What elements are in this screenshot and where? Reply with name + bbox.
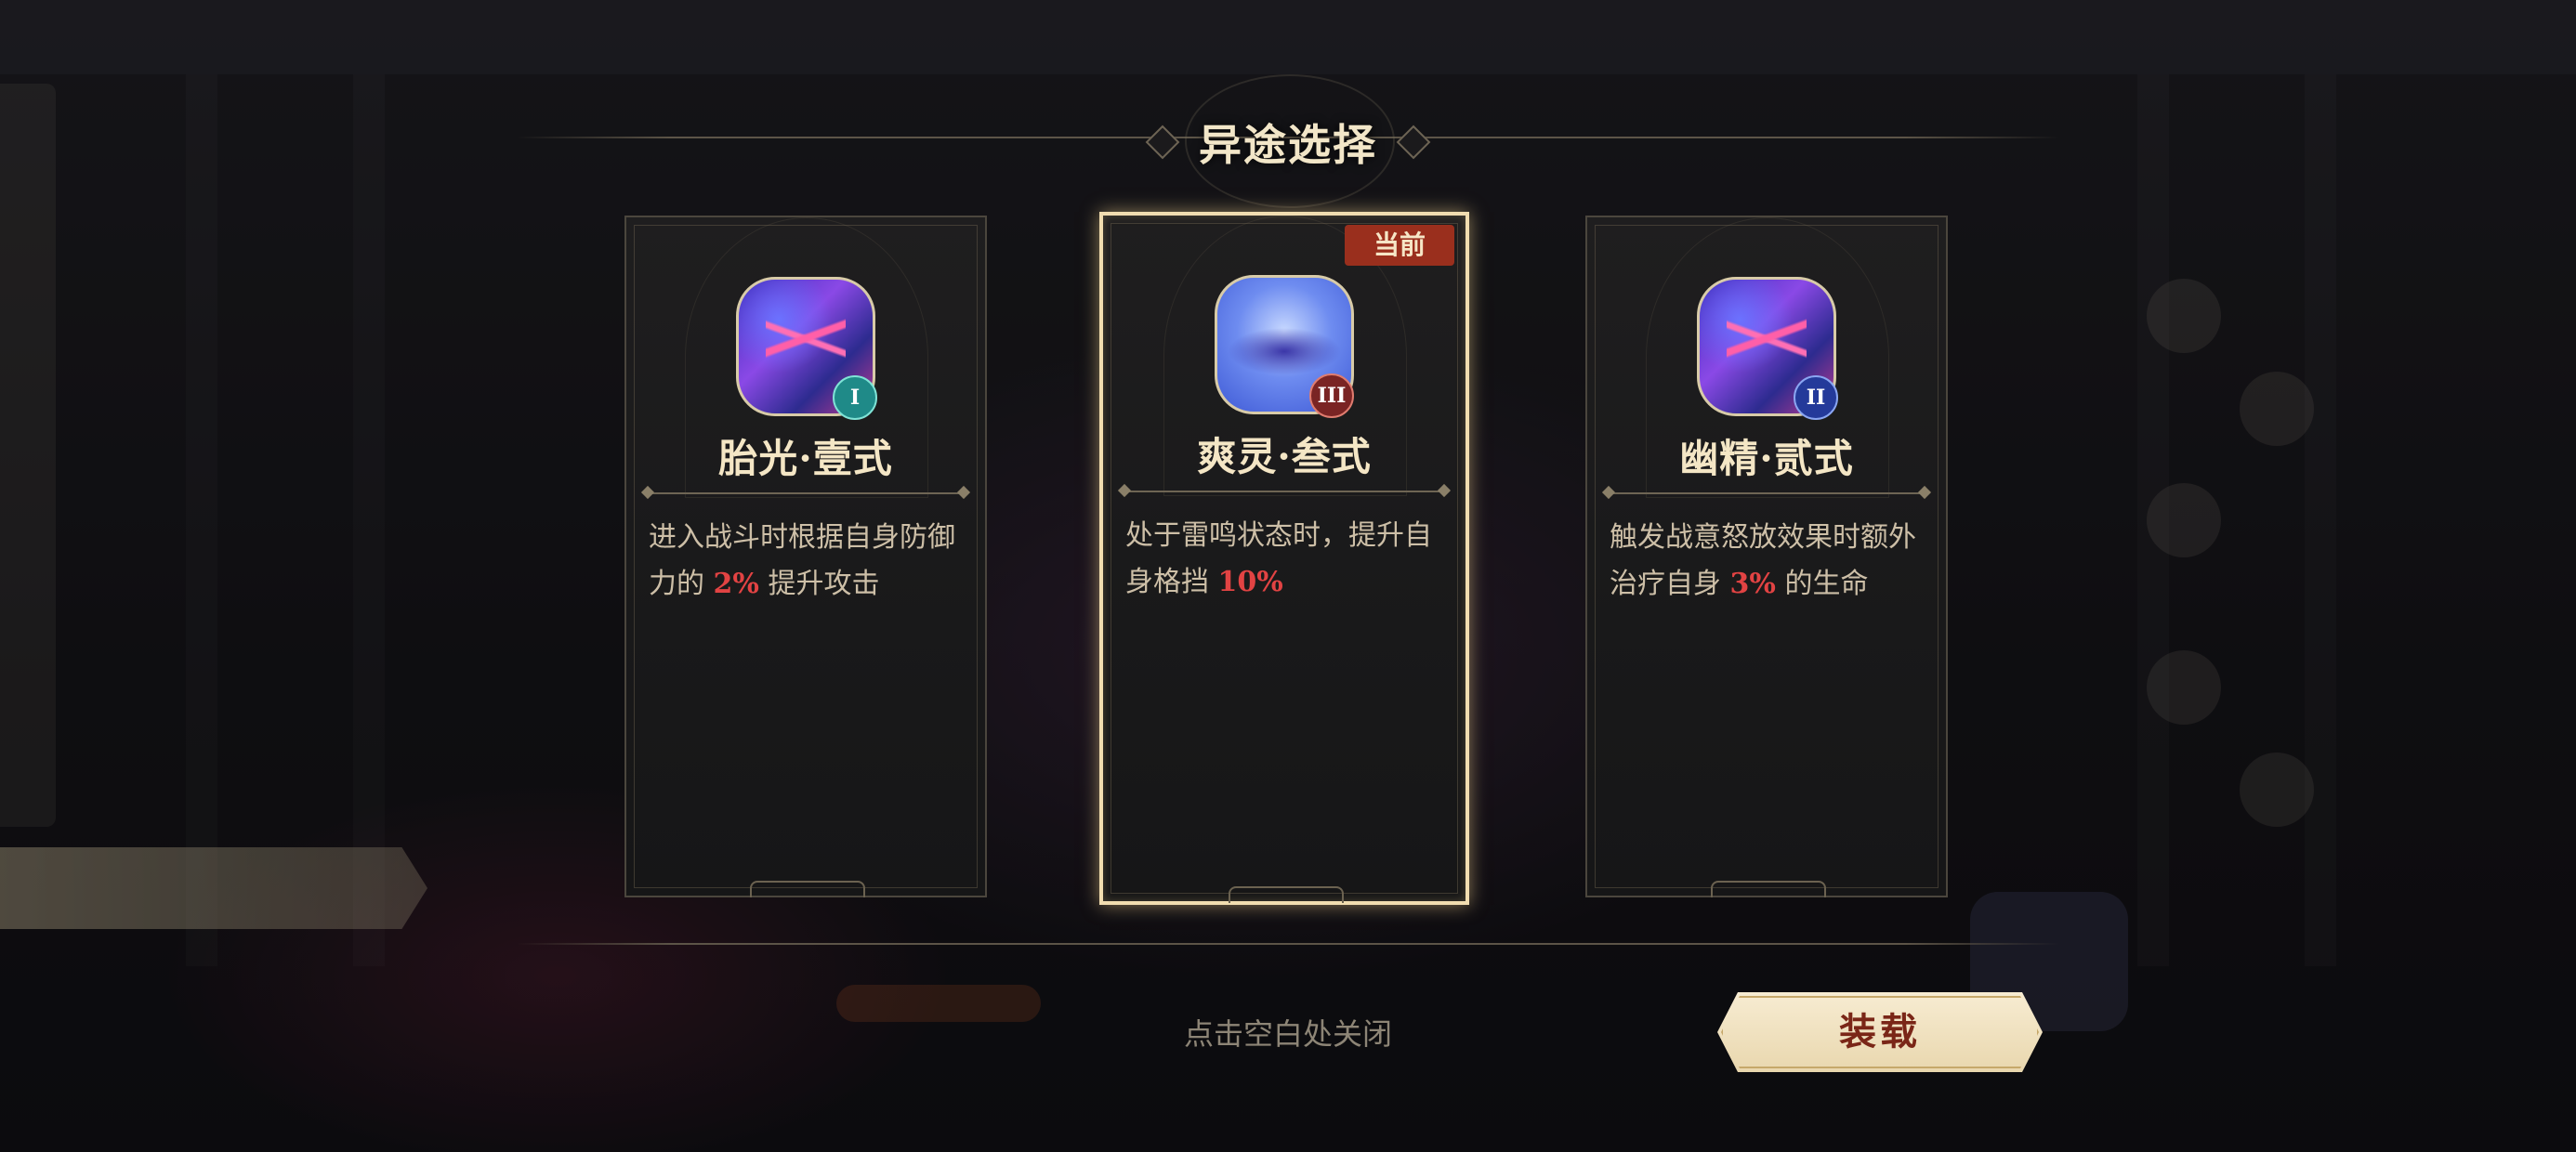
card-name: 胎光·壹式 [718, 436, 893, 481]
card-divider [647, 492, 965, 494]
tier-badge: III [1309, 373, 1354, 418]
card-divider [1608, 492, 1925, 494]
description-text: 提升攻击 [758, 568, 880, 600]
card-description: 触发战意怒放效果时额外治疗自身 3% 的生命 [1610, 515, 1927, 608]
card-description: 进入战斗时根据自身防御力的 2% 提升攻击 [649, 515, 966, 608]
tier-badge: II [1794, 375, 1838, 420]
equip-button-label: 装载 [1839, 1010, 1921, 1054]
card-description: 处于雷鸣状态时，提升自身格挡 10% [1125, 513, 1447, 606]
card-bottom-ornament [1711, 881, 1826, 897]
close-hint: 点击空白处关闭 [1183, 1016, 1392, 1052]
path-card-2-selected[interactable]: 当前 III 爽灵·叁式 处于雷鸣状态时，提升自身格挡 10% [1099, 212, 1469, 905]
highlight-value: 3% [1729, 568, 1776, 600]
card-divider [1124, 491, 1445, 492]
current-tag: 当前 [1345, 225, 1454, 266]
tier-badge: I [833, 375, 877, 420]
description-text: 的生命 [1775, 568, 1869, 600]
equip-button[interactable]: 装载 [1717, 992, 2043, 1072]
card-bottom-ornament [1229, 886, 1344, 903]
path-card-3[interactable]: II 幽精·贰式 触发战意怒放效果时额外治疗自身 3% 的生命 [1585, 216, 1948, 897]
highlight-value: 10% [1217, 566, 1283, 598]
path-card-1[interactable]: I 胎光·壹式 进入战斗时根据自身防御力的 2% 提升攻击 [624, 216, 987, 897]
highlight-value: 2% [713, 568, 759, 600]
card-name: 爽灵·叁式 [1197, 434, 1372, 479]
card-bottom-ornament [750, 881, 865, 897]
card-name: 幽精·贰式 [1679, 436, 1854, 481]
footer-divider-line [517, 943, 2059, 945]
dialog-title: 异途选择 [1199, 120, 1377, 170]
dialog-title-wrap: 异途选择 [1145, 102, 1431, 177]
